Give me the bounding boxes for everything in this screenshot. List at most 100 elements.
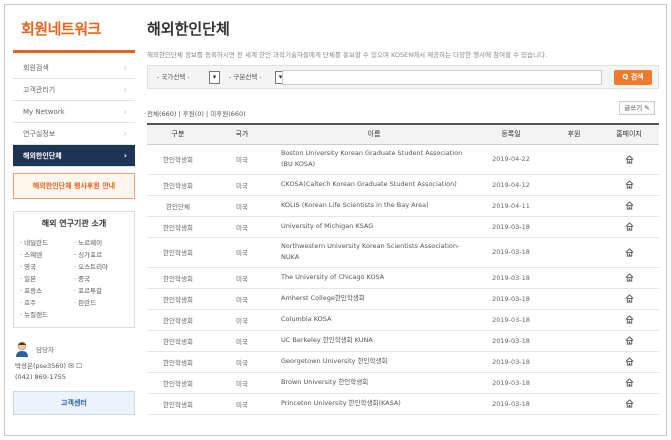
country-link[interactable]: · 포르투갈	[74, 285, 128, 295]
customer-center-button[interactable]: 고객센터	[13, 391, 135, 415]
row-homepage	[599, 237, 659, 268]
person-icon	[16, 341, 28, 357]
home-icon[interactable]	[625, 336, 634, 345]
table-row[interactable]: 한인학생회 미국 UC Berkeley 한인학생회 KUNA 2019-03-18	[147, 330, 659, 352]
home-icon[interactable]	[625, 180, 634, 189]
sidebar: 회원네트워크 회원검색 › 고객관리기 › My Network › 연구실정보 › 해…	[13, 15, 135, 415]
sidebar-item-lab-info[interactable]: 연구실정보 ›	[13, 123, 135, 145]
country-link[interactable]: · 중국	[74, 273, 128, 283]
column-header-date: 등록일	[473, 123, 549, 145]
row-country: 미국	[209, 372, 275, 394]
row-homepage	[599, 351, 659, 373]
row-type: 한인단체	[147, 195, 209, 217]
sidebar-menu: 회원검색 › 고객관리기 › My Network › 연구실정보 › 해외한인단체 ›	[13, 57, 135, 167]
row-name[interactable]: CKOSA(Caltech Korean Graduate Student As…	[275, 174, 473, 196]
row-date: 2019-03-18	[473, 372, 549, 394]
row-name[interactable]: Brown University 한인학생회	[275, 372, 473, 394]
table-row[interactable]: 한인학생회 미국 Brown University 한인학생회 2019-03-18	[147, 372, 659, 394]
sidebar-item-overseas-orgs[interactable]: 해외한인단체 ›	[13, 145, 135, 167]
home-icon[interactable]	[625, 399, 634, 408]
message-icon[interactable]: ☐	[76, 362, 82, 370]
row-date: 2019-04-11	[473, 195, 549, 217]
row-type: 한인학생회	[147, 309, 209, 331]
row-sponsor	[549, 330, 599, 352]
country-link[interactable]: · 노르웨이	[74, 237, 128, 247]
country-select[interactable]: - 국가선택 - ▾	[154, 71, 220, 84]
table-row[interactable]: 한인학생회 미국 University of Michigan KSAG 2019-0…	[147, 216, 659, 238]
country-link[interactable]: · 일본	[20, 273, 74, 283]
row-name[interactable]: Georgetown University 한인학생회	[275, 351, 473, 373]
row-date: 2019-03-18	[473, 351, 549, 373]
row-name[interactable]: The University of Chicago KOSA	[275, 267, 473, 289]
row-sponsor	[549, 288, 599, 310]
row-name[interactable]: Princeton University 한인학생회(KASA)	[275, 393, 473, 415]
table-row[interactable]: 한인학생회 미국 Columbia KOSA 2019-03-18	[147, 309, 659, 331]
contact-phone: (042) 869-1755	[15, 373, 66, 381]
chevron-right-icon: ›	[123, 129, 127, 138]
table-row[interactable]: 한인단체 미국 KOLIS (Korean Life Scientists in t…	[147, 195, 659, 217]
row-name[interactable]: Boston University Korean Graduate Studen…	[275, 144, 473, 175]
row-name[interactable]: Amherst College한인학생회	[275, 288, 473, 310]
country-link[interactable]: · 오스트리아	[74, 261, 128, 271]
contact-name-line: 박성은(pse3560) ✉ ☐	[15, 360, 135, 370]
row-name[interactable]: University of Michigan KSAG	[275, 216, 473, 238]
home-icon[interactable]	[625, 294, 634, 303]
table-row[interactable]: 한인학생회 미국 Georgetown University 한인학생회 2019-0…	[147, 351, 659, 373]
home-icon[interactable]	[625, 315, 634, 324]
row-homepage	[599, 267, 659, 289]
row-type: 한인학생회	[147, 144, 209, 175]
sidebar-item-member-search[interactable]: 회원검색 ›	[13, 57, 135, 79]
mail-icon[interactable]: ✉	[68, 362, 74, 370]
table-row[interactable]: 한인학생회 미국 Northwestern University Korean Sc…	[147, 237, 659, 268]
row-homepage	[599, 372, 659, 394]
table-row[interactable]: 한인학생회 미국 Amherst College한인학생회 2019-03-18	[147, 288, 659, 310]
home-icon[interactable]	[625, 273, 634, 282]
row-country: 미국	[209, 288, 275, 310]
country-link[interactable]: · 스웨덴	[20, 249, 74, 259]
sponsorship-info-link[interactable]: 해외한인단체 행사후원 안내	[13, 173, 135, 199]
row-date: 2019-03-18	[473, 393, 549, 415]
country-link[interactable]: · 핀란드	[74, 297, 128, 307]
sidebar-item-label: 연구실정보	[23, 130, 56, 138]
row-name[interactable]: UC Berkeley 한인학생회 KUNA	[275, 330, 473, 352]
sidebar-item-my-network[interactable]: My Network ›	[13, 101, 135, 123]
country-link[interactable]: · 영국	[20, 261, 74, 271]
row-country: 미국	[209, 237, 275, 268]
column-header-sponsor: 후원	[549, 123, 599, 145]
sidebar-title: 회원네트워크	[13, 15, 135, 53]
row-type: 한인학생회	[147, 393, 209, 415]
table-row[interactable]: 한인학생회 미국 Princeton University 한인학생회(KASA) 2…	[147, 393, 659, 415]
country-link[interactable]: · 프랑스	[20, 285, 74, 295]
row-name[interactable]: Columbia KOSA	[275, 309, 473, 331]
home-icon[interactable]	[625, 201, 634, 210]
home-icon[interactable]	[625, 357, 634, 366]
page-title: 해외한인단체	[147, 20, 230, 38]
row-sponsor	[549, 216, 599, 238]
table-row[interactable]: 한인학생회 미국 Boston University Korean Graduate…	[147, 144, 659, 175]
row-name[interactable]: KOLIS (Korean Life Scientists in the Bay…	[275, 195, 473, 217]
row-sponsor	[549, 144, 599, 175]
write-button[interactable]: 글쓰기 ✎	[619, 101, 655, 115]
row-country: 미국	[209, 309, 275, 331]
row-date: 2019-03-18	[473, 216, 549, 238]
country-link[interactable]: · 싱가포르	[74, 249, 128, 259]
search-bar: - 국가선택 - ▾ - 구분선택 - ▾ Q 검색	[147, 65, 659, 89]
country-link[interactable]: · 네덜란드	[20, 237, 74, 247]
table-row[interactable]: 한인학생회 미국 CKOSA(Caltech Korean Graduate Stu…	[147, 174, 659, 196]
home-icon[interactable]	[625, 222, 634, 231]
home-icon[interactable]	[625, 154, 634, 164]
table-row[interactable]: 한인학생회 미국 The University of Chicago KOSA 201…	[147, 267, 659, 289]
row-homepage	[599, 393, 659, 415]
sidebar-item-customer[interactable]: 고객관리기 ›	[13, 79, 135, 101]
country-link[interactable]: · 호주	[20, 297, 74, 307]
country-link[interactable]: · 뉴질랜드	[20, 309, 74, 319]
row-sponsor	[549, 267, 599, 289]
search-button[interactable]: Q 검색	[614, 70, 652, 85]
search-input[interactable]	[282, 70, 602, 85]
type-select[interactable]: - 구분선택 - ▾	[226, 71, 286, 84]
chevron-down-icon[interactable]: ▾	[209, 71, 220, 84]
home-icon[interactable]	[625, 378, 634, 387]
row-date: 2019-03-18	[473, 309, 549, 331]
home-icon[interactable]	[625, 247, 634, 257]
row-name[interactable]: Northwestern University Korean Scientist…	[275, 237, 473, 268]
